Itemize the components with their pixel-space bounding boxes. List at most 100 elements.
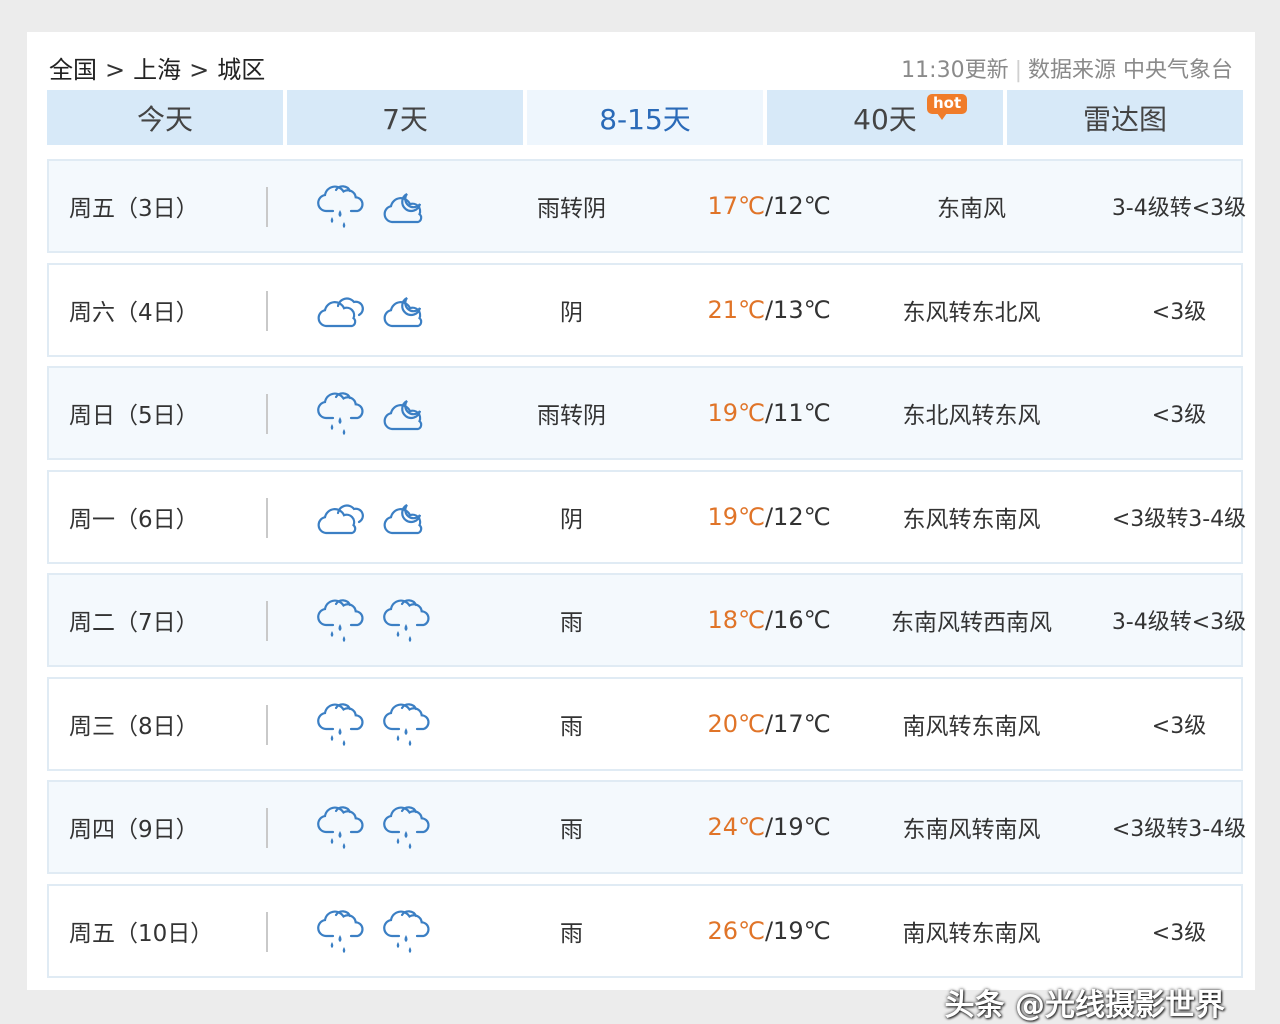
top-bar: 全国 > 上海 > 城区 11:30更新 | 数据来源 中央气象台 <box>27 32 1255 90</box>
high-temperature: 19℃ <box>707 399 765 427</box>
high-temperature: 20℃ <box>707 710 765 738</box>
row-divider <box>266 705 268 745</box>
cloudy-night-icon <box>380 491 432 543</box>
breadcrumb-city[interactable]: 上海 <box>133 56 181 84</box>
forecast-day: 周三（8日） <box>69 714 199 740</box>
forecast-day: 周五（3日） <box>69 196 199 222</box>
breadcrumb-separator: > <box>105 56 126 84</box>
rain-cloud-icon <box>380 801 432 853</box>
low-temperature: 16℃ <box>773 606 831 634</box>
low-temperature: 11℃ <box>773 399 831 427</box>
wind-direction: 东北风转东风 <box>902 403 1041 429</box>
weather-condition: 雨 <box>560 714 583 740</box>
temperature-slash: / <box>764 917 774 945</box>
temperature-slash: / <box>764 606 774 634</box>
weather-condition: 雨 <box>560 817 583 843</box>
forecast-day: 周四（9日） <box>69 817 199 843</box>
breadcrumb: 全国 > 上海 > 城区 <box>49 50 265 85</box>
low-temperature: 12℃ <box>773 192 831 220</box>
temperature-slash: / <box>764 192 774 220</box>
rain-cloud-icon <box>314 698 366 750</box>
wind-direction: 南风转东南风 <box>902 714 1041 740</box>
wind-direction: 东风转东北风 <box>902 300 1041 326</box>
temperature-range: 19℃/12℃ <box>689 472 849 562</box>
wind-direction: 东风转东南风 <box>902 507 1041 533</box>
wind-level: <3级 <box>1151 300 1207 325</box>
wind-direction: 南风转东南风 <box>902 921 1041 947</box>
weather-icons <box>314 472 432 562</box>
rain-cloud-icon <box>314 905 366 957</box>
forecast-day: 周六（4日） <box>69 300 199 326</box>
rain-cloud-icon <box>314 801 366 853</box>
low-temperature: 19℃ <box>773 813 831 841</box>
weather-icons <box>314 575 432 665</box>
overcast-cloud-icon <box>314 491 366 543</box>
row-divider <box>266 912 268 952</box>
high-temperature: 18℃ <box>707 606 765 634</box>
forecast-day: 周五（10日） <box>69 921 214 947</box>
wind-level: <3级 <box>1151 403 1207 428</box>
rain-cloud-icon <box>314 594 366 646</box>
temperature-range: 19℃/11℃ <box>689 368 849 458</box>
low-temperature: 17℃ <box>773 710 831 738</box>
tab-7-days[interactable]: 7天 <box>287 90 523 145</box>
weather-condition: 阴 <box>560 507 583 533</box>
rain-cloud-icon <box>314 387 366 439</box>
row-divider <box>266 394 268 434</box>
weather-icons <box>314 161 432 251</box>
cloudy-night-icon <box>380 180 432 232</box>
rain-cloud-icon <box>380 905 432 957</box>
wind-level: <3级转3-4级 <box>1111 507 1247 532</box>
forecast-row: 周四（9日） 雨 24℃/19℃ 东南风转南风 <3级转3-4级 <box>47 780 1246 874</box>
row-divider <box>266 808 268 848</box>
weather-icons <box>314 886 432 976</box>
forecast-day: 周一（6日） <box>69 507 199 533</box>
forecast-row: 周五（3日） 雨转阴 17℃/12℃ 东南风 3-4级转<3级 <box>47 159 1246 253</box>
high-temperature: 21℃ <box>707 296 765 324</box>
watermark: 头条 @光线摄影世界 <box>944 988 1225 1023</box>
high-temperature: 24℃ <box>707 813 765 841</box>
breadcrumb-separator: > <box>189 56 210 84</box>
forecast-row: 周二（7日） 雨 18℃/16℃ 东南风转西南风 3-4级转<3级 <box>47 573 1246 667</box>
update-info: 11:30更新 | 数据来源 中央气象台 <box>901 52 1233 84</box>
tab-today[interactable]: 今天 <box>47 90 283 145</box>
weather-condition: 雨转阴 <box>537 403 606 429</box>
forecast-row: 周一（6日） 阴 19℃/12℃ 东风转东南风 <3级转3-4级 <box>47 470 1246 564</box>
hot-badge: hot <box>927 94 968 120</box>
tab-8-15-days[interactable]: 8-15天 <box>527 90 763 145</box>
forecast-tabs: 今天 7天 8-15天 40天 hot 雷达图 <box>47 90 1243 145</box>
forecast-row: 周日（5日） 雨转阴 19℃/11℃ 东北风转东风 <3级 <box>47 366 1243 460</box>
breadcrumb-country[interactable]: 全国 <box>49 56 97 84</box>
data-source: 数据来源 中央气象台 <box>1028 58 1233 83</box>
forecast-row: 周五（10日） 雨 26℃/19℃ 南风转东南风 <3级 <box>47 884 1243 978</box>
temperature-slash: / <box>764 813 774 841</box>
tab-40-days-label: 40天 <box>853 102 917 136</box>
high-temperature: 19℃ <box>707 503 765 531</box>
weather-icons <box>314 265 432 355</box>
weather-condition: 雨 <box>560 921 583 947</box>
temperature-slash: / <box>764 710 774 738</box>
forecast-row: 周三（8日） 雨 20℃/17℃ 南风转东南风 <3级 <box>47 677 1243 771</box>
weather-condition: 雨 <box>560 610 583 636</box>
forecast-day: 周二（7日） <box>69 610 199 636</box>
temperature-range: 18℃/16℃ <box>689 575 849 665</box>
row-divider <box>266 291 268 331</box>
cloudy-night-icon <box>380 284 432 336</box>
low-temperature: 12℃ <box>773 503 831 531</box>
temperature-range: 21℃/13℃ <box>689 265 849 355</box>
row-divider <box>266 498 268 538</box>
tab-radar[interactable]: 雷达图 <box>1007 90 1243 145</box>
rain-cloud-icon <box>380 698 432 750</box>
tab-40-days[interactable]: 40天 hot <box>767 90 1003 145</box>
wind-level: 3-4级转<3级 <box>1111 610 1247 635</box>
high-temperature: 17℃ <box>707 192 765 220</box>
forecast-day: 周日（5日） <box>69 403 199 429</box>
overcast-cloud-icon <box>314 284 366 336</box>
weather-icons <box>314 782 432 872</box>
wind-direction: 东南风转西南风 <box>891 610 1052 636</box>
temperature-slash: / <box>764 503 774 531</box>
high-temperature: 26℃ <box>707 917 765 945</box>
row-divider <box>266 187 268 227</box>
row-divider <box>266 601 268 641</box>
meta-divider: | <box>1014 58 1022 83</box>
